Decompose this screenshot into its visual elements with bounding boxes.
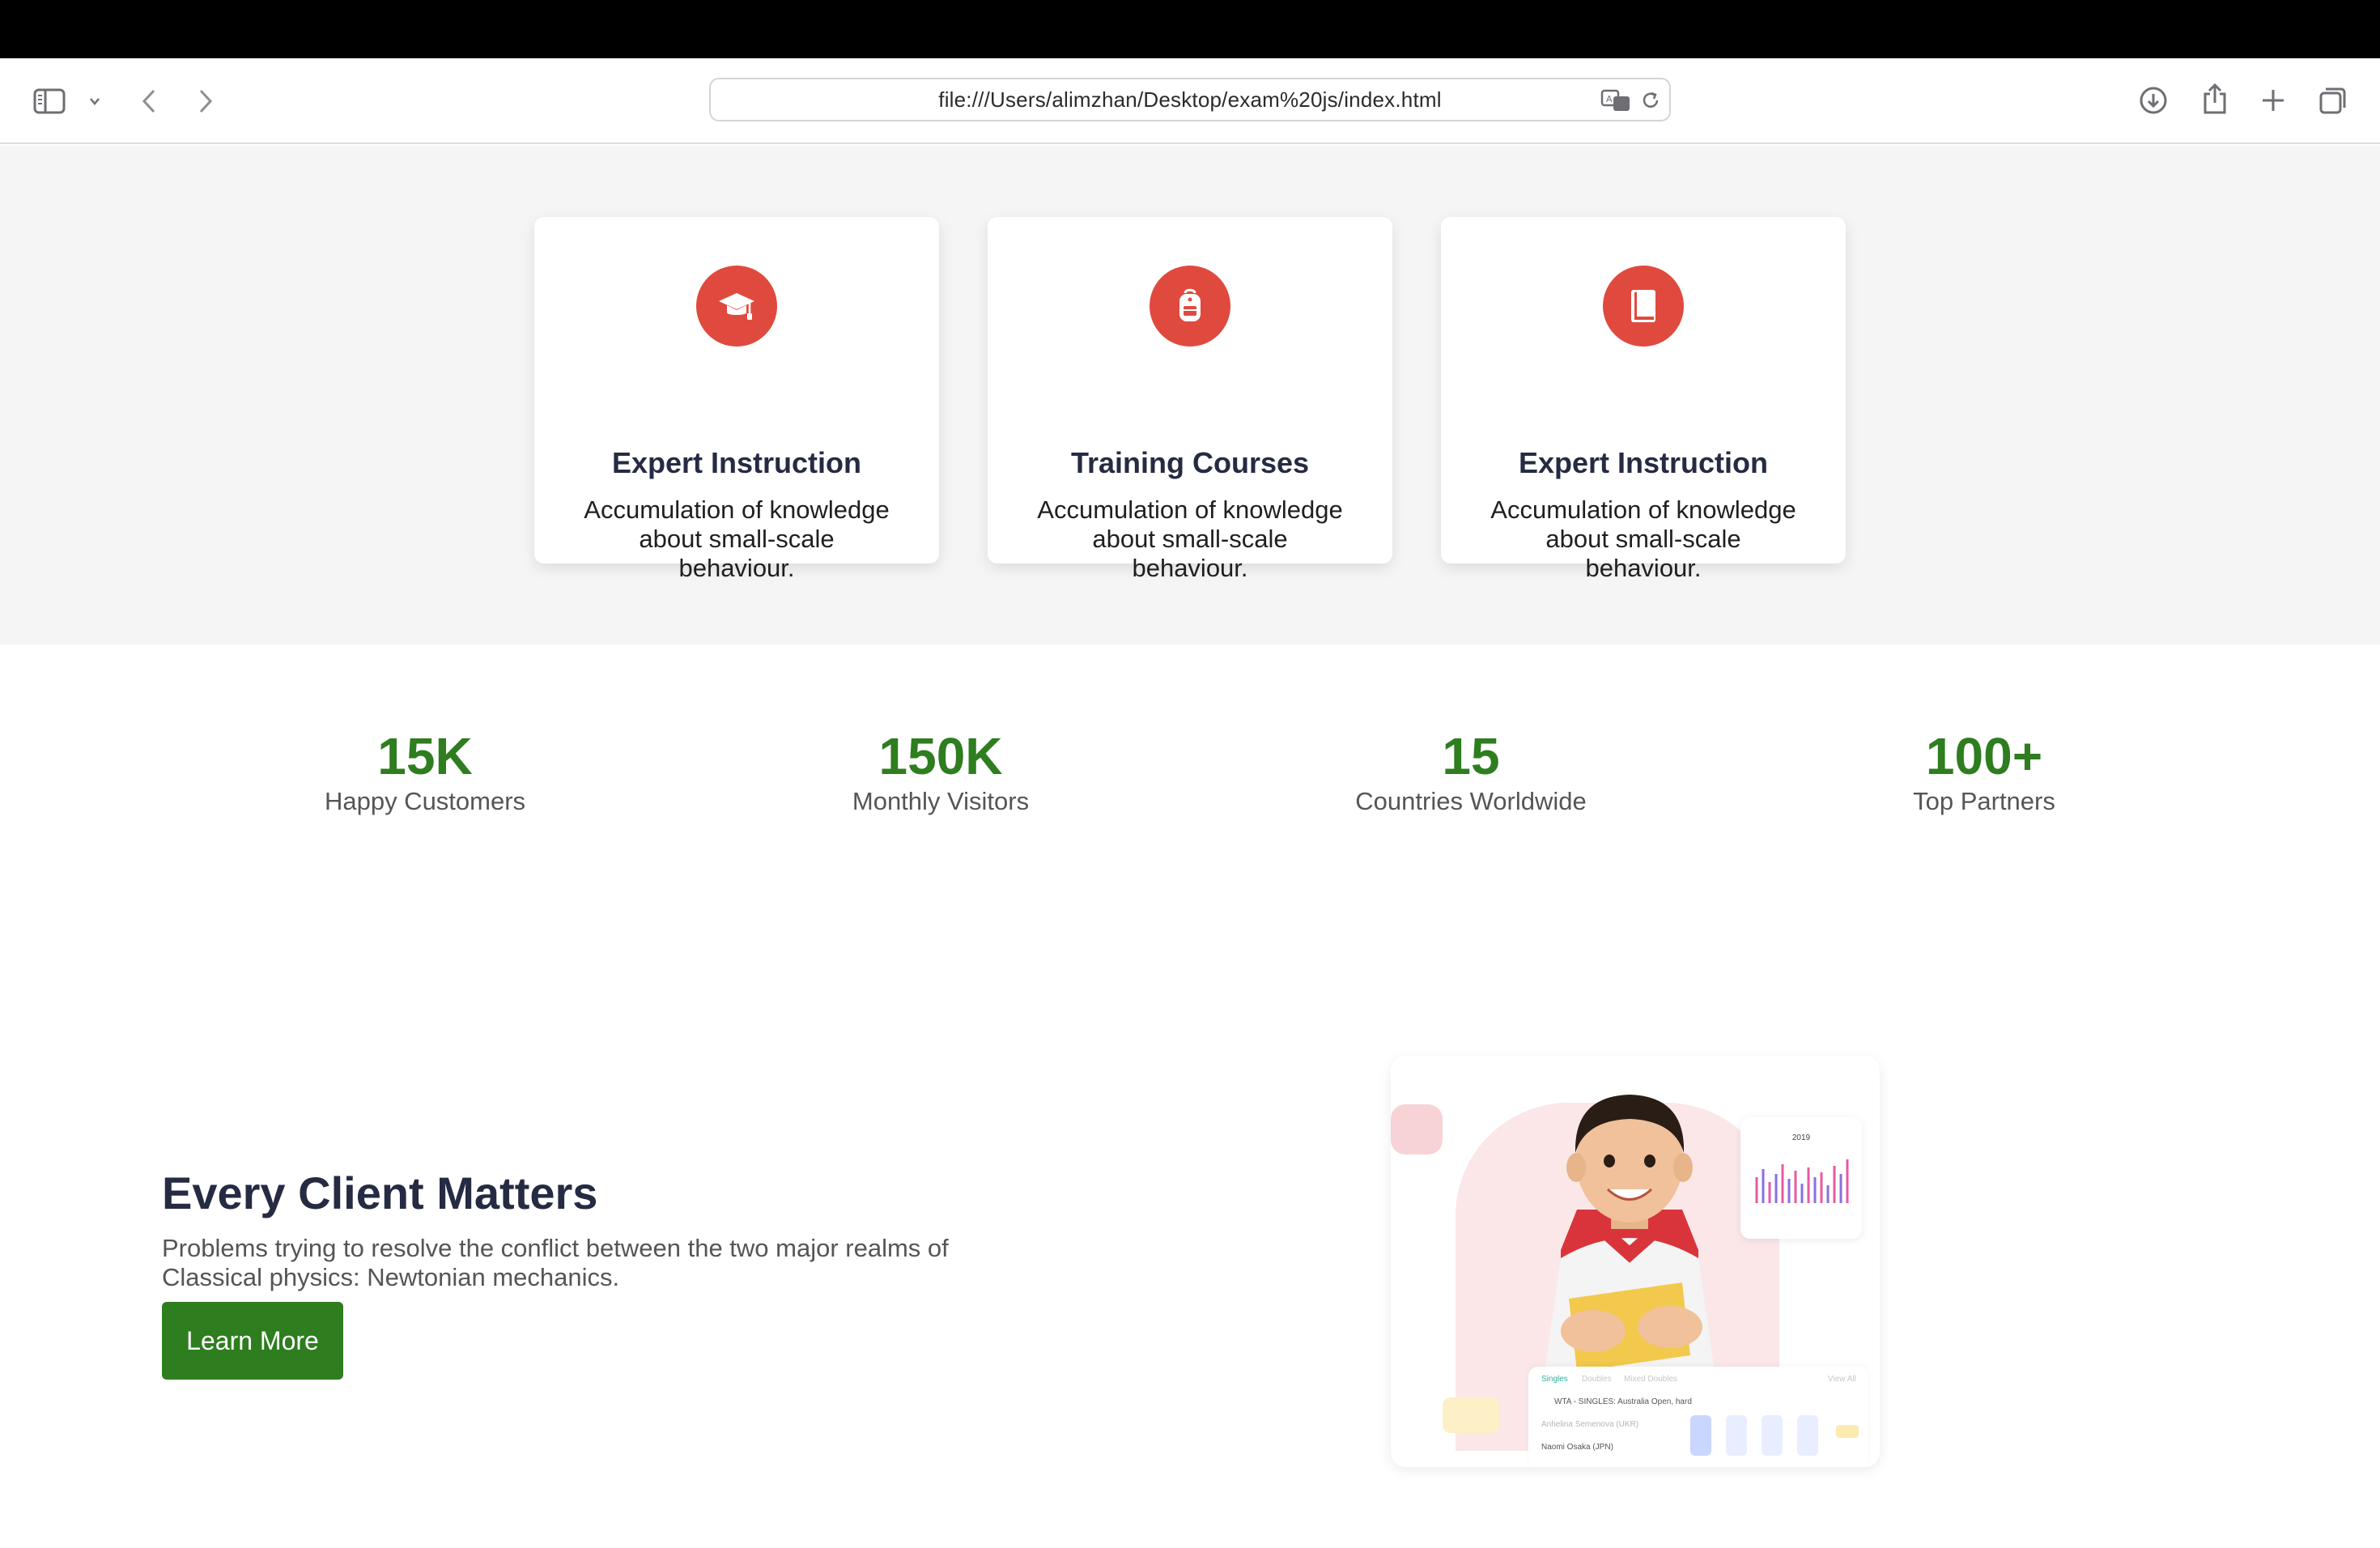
features-section: Expert Instruction Accumulation of knowl…: [0, 146, 2380, 644]
mini-bar-chart: [1755, 1159, 1849, 1203]
feature-card: Training Courses Accumulation of knowled…: [988, 217, 1392, 582]
stat-label: Top Partners: [1913, 787, 2055, 815]
feature-card: Expert Instruction Accumulation of knowl…: [1441, 217, 1846, 582]
player-name: Naomi Osaka (JPN): [1541, 1443, 1613, 1452]
chevron-down-icon[interactable]: [84, 91, 105, 112]
stat-label: Countries Worldwide: [1355, 787, 1587, 815]
stat-item: 15 Countries Worldwide: [1309, 727, 1633, 816]
stat-value: 100+: [1925, 727, 2043, 785]
chart-widget: 2019: [1740, 1117, 1862, 1239]
score-box: [1726, 1415, 1747, 1456]
cta-title: Every Client Matters: [162, 1167, 598, 1218]
feature-title: Training Courses: [1070, 446, 1310, 479]
hero-image: 2019 Singles Doubles Mixed Doubles View …: [1391, 1056, 1880, 1467]
stat-item: 100+ Top Partners: [1822, 727, 2146, 816]
stat-label: Monthly Visitors: [852, 787, 1030, 815]
new-tab-icon[interactable]: [2257, 84, 2289, 117]
feature-card: Expert Instruction Accumulation of knowl…: [534, 217, 939, 582]
widget-tab: Doubles: [1582, 1375, 1612, 1384]
stat-value: 150K: [878, 727, 1003, 785]
widget-tab: Mixed Doubles: [1624, 1375, 1678, 1384]
system-top-bar: [0, 0, 2380, 58]
share-icon[interactable]: [2199, 81, 2231, 117]
match-widget: Singles Doubles Mixed Doubles View All W…: [1528, 1367, 1868, 1467]
score-box: [1762, 1415, 1783, 1456]
feature-title: Expert Instruction: [1518, 446, 1769, 479]
learn-more-button[interactable]: Learn More: [162, 1302, 343, 1380]
download-icon[interactable]: [2137, 84, 2170, 117]
feature-description: Accumulation of knowledge about small-sc…: [1490, 495, 1796, 582]
score-box: [1690, 1415, 1711, 1456]
back-icon[interactable]: [136, 86, 162, 117]
feature-description: Accumulation of knowledge about small-sc…: [1037, 495, 1343, 582]
backpack-icon: [1150, 266, 1230, 347]
decor-shape: [1443, 1397, 1499, 1433]
svg-text:A: A: [1606, 94, 1613, 104]
player-name: Anhelina Semenova (UKR): [1541, 1420, 1639, 1429]
widget-tab: Singles: [1541, 1375, 1568, 1384]
translate-icon[interactable]: A: [1600, 87, 1632, 114]
reload-icon[interactable]: [1638, 88, 1663, 113]
stat-value: 15: [1442, 727, 1500, 785]
chart-year: 2019: [1791, 1133, 1811, 1142]
sidebar-toggle-icon[interactable]: [32, 84, 66, 118]
stat-item: 150K Monthly Visitors: [779, 727, 1103, 816]
book-icon: [1603, 266, 1684, 347]
stat-item: 15K Happy Customers: [263, 727, 587, 816]
graduation-cap-icon: [696, 266, 777, 347]
match-title: WTA - SINGLES: Australia Open, hard: [1554, 1397, 1692, 1406]
forward-icon[interactable]: [193, 86, 219, 117]
browser-toolbar: file:///Users/alimzhan/Desktop/exam%20js…: [0, 58, 2380, 144]
address-bar-url: file:///Users/alimzhan/Desktop/exam%20js…: [938, 87, 1442, 112]
widget-view-all: View All: [1828, 1375, 1856, 1384]
score-badge: [1836, 1425, 1859, 1438]
address-bar[interactable]: file:///Users/alimzhan/Desktop/exam%20js…: [709, 78, 1671, 121]
score-box: [1797, 1415, 1818, 1456]
feature-title: Expert Instruction: [611, 446, 862, 479]
tab-overview-icon[interactable]: [2317, 84, 2349, 117]
cta-description: Problems trying to resolve the conflict …: [162, 1234, 949, 1291]
decor-shape: [1391, 1104, 1443, 1155]
stat-label: Happy Customers: [324, 787, 526, 815]
feature-description: Accumulation of knowledge about small-sc…: [584, 495, 890, 582]
stat-value: 15K: [377, 727, 473, 785]
student-photo: [1545, 1095, 1715, 1372]
